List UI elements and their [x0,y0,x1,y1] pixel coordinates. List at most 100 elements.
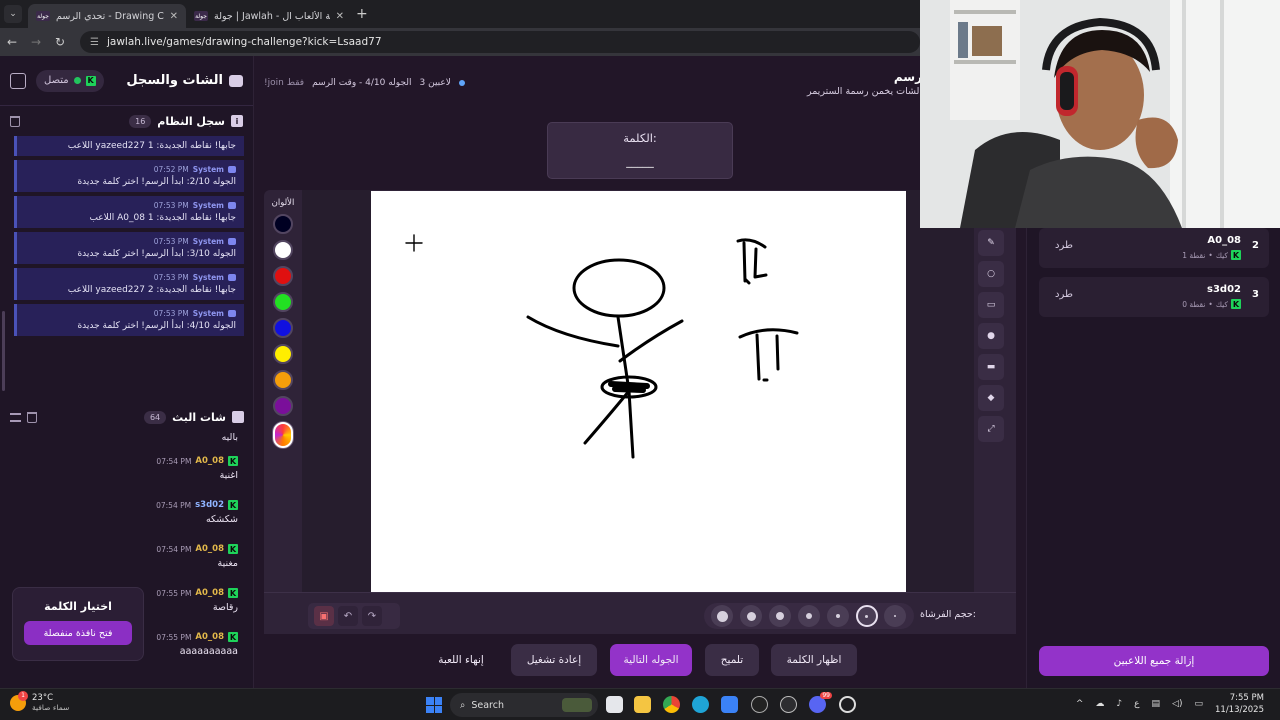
kick-player-button[interactable]: طرد [1055,289,1073,300]
settings-gear-icon[interactable] [839,696,856,713]
fill-bucket-icon[interactable]: ◆ [978,385,1004,411]
clear-log-trash-icon[interactable] [10,115,20,127]
show-word-button[interactable]: اظهار الكلمة [771,644,857,676]
color-swatch[interactable] [273,318,293,338]
task-view-icon[interactable] [606,696,623,713]
color-swatch[interactable] [273,370,293,390]
volume-icon[interactable]: ◁) [1172,699,1182,709]
hint-button[interactable]: تلميح [705,644,759,676]
color-swatch[interactable] [273,240,293,260]
brush-size-option[interactable] [711,605,734,627]
next-round-button[interactable]: الجوله التالية [610,644,692,676]
edge-icon[interactable] [692,696,709,713]
discord-badge: 99 [820,692,832,699]
system-log-list[interactable]: اللاعب yazeed227 جابها! نقاطه الجديدة: 1… [14,136,244,380]
color-swatch[interactable] [273,396,293,416]
chrome-icon[interactable] [663,696,680,713]
rectangle-tool-icon[interactable]: ▭ [978,292,1004,318]
redo-icon[interactable]: ↷ [362,606,382,626]
kick-logo-icon: K [228,632,238,642]
battery-icon[interactable]: ▭ [1194,699,1203,709]
tab-list-button[interactable]: ⌄ [4,5,22,23]
taskbar-search[interactable]: ⌕ Search [450,693,598,717]
status-dot-icon [458,80,465,86]
word-blank: _____ [626,155,654,168]
circle-tool-icon[interactable]: ○ [978,261,1004,287]
brush-size-option[interactable] [797,605,820,627]
panel-title: الشات والسجل [126,73,243,88]
log-sender: System [192,165,224,174]
log-sender: System [192,273,224,282]
temperature: 23°C [32,693,54,703]
system-log-message: اللاعب yazeed227 جابها! نقاطه الجديدة: 1 [67,141,236,151]
obs-icon[interactable] [751,696,768,713]
line-tool-icon[interactable]: ⤢ [978,416,1004,442]
input-language[interactable]: ع [1134,699,1139,709]
back-icon[interactable]: ← [0,35,24,49]
site-info-icon[interactable]: ☰ [90,37,99,48]
weather-widget[interactable]: 1 23°C سماء صافية [10,690,69,712]
scrollbar-thumb[interactable] [2,311,5,391]
color-swatch[interactable] [273,266,293,286]
network-icon[interactable]: ▤ [1152,699,1161,709]
system-log-item: 07:53 PM System الجوله 3/10: ابدأ الرسم! … [14,232,244,264]
discord-icon[interactable]: 99 [809,692,832,713]
store-icon[interactable] [721,696,738,713]
close-tab-icon[interactable]: ✕ [170,11,178,22]
player-platform: كيك [1215,299,1228,309]
app-icon[interactable] [780,696,797,713]
player-platform: كيك [1215,250,1228,260]
collapse-panel-icon[interactable] [10,72,26,89]
brush-size-option-selected[interactable] [855,605,878,627]
open-popup-button[interactable]: فتح نافذة منفصلة [24,621,132,645]
onedrive-icon[interactable]: ☁ [1095,699,1104,709]
windows-start-icon[interactable] [426,697,442,713]
remove-all-players-button[interactable]: إزالة جميع اللاعبين [1039,646,1269,676]
color-swatch[interactable] [273,344,293,364]
menu-icon[interactable] [10,412,21,422]
kick-logo-icon: K [1231,250,1241,260]
log-sender: System [192,309,224,318]
chat-time: 07:54 PM [156,500,192,510]
tab-title: جولة | Jawlah - منصة الألعاب ال... [214,10,330,22]
new-tab-icon[interactable]: + [356,6,368,22]
end-game-button[interactable]: إنهاء اللعبة [424,644,498,676]
restart-button[interactable]: إعادة تشغيل [511,644,597,676]
log-time: 07:53 PM [153,237,189,246]
clear-canvas-trash-icon[interactable]: ▣ [314,606,334,626]
join-note: !join فقط [264,78,305,88]
microphone-icon[interactable]: ♪ [1116,699,1122,709]
undo-icon[interactable]: ↶ [338,606,358,626]
system-log-count: 16 [129,114,152,128]
file-explorer-icon[interactable] [634,696,651,713]
chat-bubble-icon [229,74,243,87]
stroke-head [572,258,666,318]
drawing-canvas[interactable] [371,191,906,592]
players-status: 3 لاعبين [419,78,451,88]
filled-circle-tool-icon[interactable]: ● [978,323,1004,349]
clock[interactable]: 7:55 PM 11/13/2025 [1215,692,1264,716]
url-field[interactable]: ☰ jawlah.live/games/drawing-challenge?ki… [80,31,920,53]
log-time: 07:53 PM [153,309,189,318]
close-tab-icon[interactable]: ✕ [336,11,344,22]
chat-time: 07:54 PM [156,456,192,466]
forward-icon[interactable]: → [24,35,48,49]
tab-jawlah[interactable]: جولة جولة | Jawlah - منصة الألعاب ال... … [186,4,352,28]
color-swatch[interactable] [273,214,293,234]
custom-color-picker[interactable] [273,422,293,448]
kick-player-button[interactable]: طرد [1055,240,1073,251]
filled-rect-tool-icon[interactable]: ▬ [978,354,1004,380]
brush-size-option[interactable] [826,605,849,627]
player-name: A0_08 [1207,235,1241,246]
reload-icon[interactable]: ↻ [48,35,72,49]
eraser-icon[interactable]: ✎ [978,230,1004,256]
brush-size-option[interactable] [884,605,907,627]
color-swatch[interactable] [273,292,293,312]
clear-chat-trash-icon[interactable] [27,411,37,423]
log-time: 07:52 PM [153,165,189,174]
brush-size-option[interactable] [740,605,763,627]
panel-title-text: الشات والسجل [126,73,223,88]
brush-size-option[interactable] [769,605,792,627]
show-hidden-icons[interactable]: ^ [1076,699,1084,709]
tab-drawing-challenge[interactable]: جولة تحدي الرسم - Drawing Challenge ✕ [28,4,186,28]
